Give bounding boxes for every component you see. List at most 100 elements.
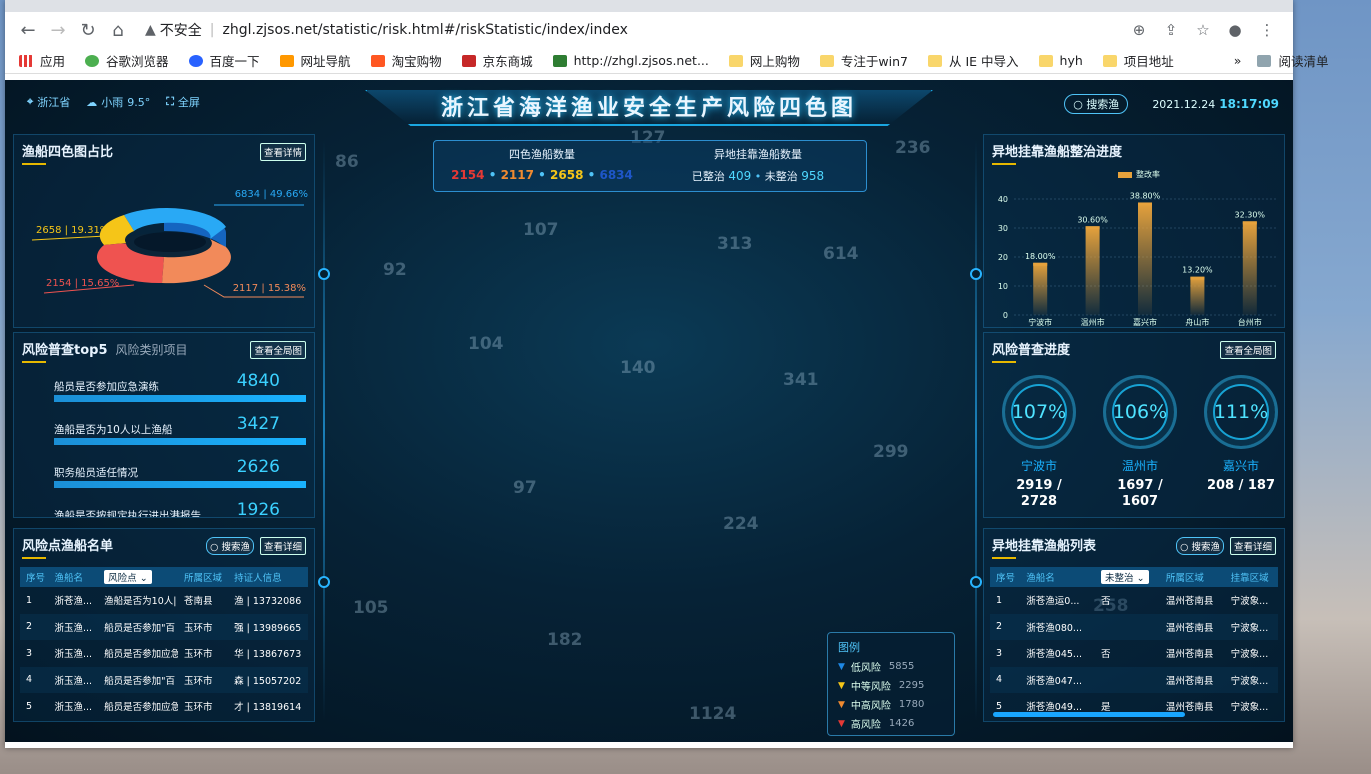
table-cell: 船员是否参加"百: [98, 613, 178, 640]
fullscreen-button[interactable]: ⛶ 全屏: [166, 94, 200, 110]
table-row[interactable]: 5 浙玉渔... 船员是否参加应急 玉环市 才 | 13819614: [20, 693, 308, 720]
x-tick-label: 温州市: [1081, 317, 1105, 327]
bookmark-ie[interactable]: 从 IE 中导入: [927, 51, 1019, 70]
table-row[interactable]: 4 浙苍渔047... 温州苍南县 宁波象...: [990, 666, 1278, 693]
top5-track: [54, 481, 306, 488]
bookmark-nav[interactable]: 网址导航: [279, 51, 351, 70]
back-icon[interactable]: ←: [15, 20, 41, 41]
bookmark-jd[interactable]: 京东商城: [461, 51, 533, 70]
bookmark-taobao[interactable]: 淘宝购物: [370, 51, 442, 70]
table-row[interactable]: 1 浙苍渔... 渔船是否为10人| 苍南县 渔 | 13732086: [20, 587, 308, 614]
table-row[interactable]: 3 浙苍渔045... 否 温州苍南县 宁波象...: [990, 640, 1278, 667]
status-filter-select[interactable]: 未整治 ⌄: [1101, 570, 1149, 584]
table-row[interactable]: 4 浙玉渔... 船员是否参加"百 玉环市森 | 15057202: [20, 666, 308, 693]
chevron-down-icon: ⌄: [1136, 573, 1145, 584]
legend-items: ▼ 低风险 5855 ▼ 中等风险 2295 ▼ 中高风险 1780 ▼ 高风险 1426: [828, 659, 954, 731]
gauge-ring: 107%: [1002, 375, 1076, 449]
bar[interactable]: [1033, 262, 1048, 315]
zoom-icon[interactable]: ⊕: [1123, 21, 1155, 39]
risk-search-button[interactable]: ○ 搜索渔: [206, 537, 254, 555]
table-cell: 宁波象...: [1230, 596, 1269, 608]
bookmarks-more[interactable]: »: [1234, 53, 1242, 68]
top5-subtitle[interactable]: 风险类别项目: [116, 343, 188, 357]
profile-icon[interactable]: ●: [1219, 21, 1251, 39]
bar[interactable]: [1138, 202, 1152, 315]
top5-global-button[interactable]: 查看全局图: [250, 341, 306, 359]
folder-icon: [927, 54, 942, 67]
top5-item[interactable]: 职务船员适任情况 2626: [54, 457, 306, 497]
table-cell: 浙苍渔运0...: [1026, 596, 1080, 608]
jd-icon: [461, 54, 476, 67]
legend-item[interactable]: ▼ 中等风险 2295: [838, 678, 954, 693]
map-number: 97: [513, 478, 537, 498]
risk-filter-select[interactable]: 风险点 ⌄: [104, 570, 152, 584]
remote-detail-button[interactable]: 查看详细: [1229, 537, 1276, 555]
col-header-dropdown[interactable]: 风险点 ⌄: [98, 567, 178, 587]
top5-value: 1926: [236, 500, 280, 518]
legend-item[interactable]: ▼ 中高风险 1780: [838, 697, 954, 712]
remote-table: 序号 渔船名 未整治 ⌄ 所属区域 挂靠区域 1 浙苍渔运0... 否温州苍南县 宁波…: [990, 567, 1278, 720]
home-icon[interactable]: ⌂: [105, 20, 131, 41]
triangle-icon: ▼: [838, 661, 845, 672]
top5-item[interactable]: 渔船是否为10人以上渔船 3427: [54, 414, 306, 454]
table-cell: [1095, 666, 1160, 693]
survey-global-button[interactable]: 查看全局图: [1220, 341, 1276, 359]
reading-list[interactable]: 阅读清单: [1257, 51, 1328, 70]
top5-item[interactable]: 渔船是否按规定执行进出港报告 1926: [54, 500, 306, 518]
bar[interactable]: [1085, 226, 1100, 315]
bookmark-baidu[interactable]: 百度一下: [188, 51, 260, 70]
table-cell: 玉环市: [183, 702, 213, 714]
bar[interactable]: [1242, 221, 1257, 315]
remote-list-scrollbar[interactable]: [993, 712, 1185, 717]
bookmark-projects[interactable]: 项目地址: [1102, 51, 1174, 70]
table-cell: 船员是否参加应急: [104, 649, 178, 661]
gauge-ring: 106%: [1103, 375, 1177, 449]
table-cell: 渔 | 13732086: [234, 596, 302, 608]
top5-track: [54, 438, 306, 445]
warning-icon: ▲: [145, 22, 156, 38]
table-row[interactable]: 3 浙玉渔... 船员是否参加应急 玉环市 华 | 13867673: [20, 640, 308, 667]
star-icon[interactable]: ☆: [1187, 21, 1219, 39]
forward-icon[interactable]: →: [45, 20, 71, 41]
table-row[interactable]: 2 浙苍渔080... 温州苍南县 宁波象...: [990, 613, 1278, 640]
bookmark-shopping[interactable]: 网上购物: [728, 51, 800, 70]
legend-item[interactable]: ▼ 低风险 5855: [838, 659, 954, 674]
legend-item[interactable]: ▼ 高风险 1426: [838, 716, 954, 731]
map-legend: 图例 ▼ 低风险 5855 ▼ 中等风险 2295 ▼ 中高风险 1780 ▼ 高风险 1426: [827, 632, 955, 736]
reload-icon[interactable]: ↻: [75, 20, 101, 41]
triangle-icon: ▼: [838, 680, 845, 691]
location-icon: ⌖: [27, 95, 34, 108]
risk-detail-button[interactable]: 查看详细: [259, 537, 306, 555]
summary-box: 四色渔船数量 2154 • 2117 • 2658 • 6834 异地挂靠渔船数…: [433, 140, 867, 192]
remote-search-button[interactable]: ○ 搜索渔: [1176, 537, 1224, 555]
survey-panel: 风险普查进度 查看全局图 107% 宁波市 2919 / 2728 106% 温…: [983, 332, 1285, 518]
top5-item[interactable]: 船员是否参加应急演练 4840: [54, 371, 306, 411]
region-selector[interactable]: ⌖ 浙江省: [27, 94, 70, 110]
select-label: 风险点: [108, 573, 137, 584]
bookmark-label: 淘宝购物: [391, 54, 442, 69]
menu-icon[interactable]: ⋮: [1251, 21, 1283, 39]
fullscreen-label: 全屏: [177, 96, 200, 109]
bookmark-hyh[interactable]: hyh: [1038, 53, 1083, 68]
baidu-icon: [188, 54, 203, 67]
col-header: 渔船名: [1020, 567, 1096, 587]
url-divider: |: [209, 22, 215, 38]
table-row[interactable]: 2 浙玉渔... 船员是否参加"百 玉环市强 | 13989665: [20, 613, 308, 640]
bookmark-zjsos[interactable]: http://zhgl.zjsos.net...: [552, 53, 709, 68]
bar-cap: [1190, 276, 1205, 280]
bookmark-apps[interactable]: 应用: [19, 51, 65, 70]
address-bar[interactable]: ▲ 不安全 | zhgl.zjsos.net/statistic/risk.ht…: [145, 20, 1123, 40]
table-row[interactable]: 1 浙苍渔运0... 否 温州苍南县 宁波象...: [990, 587, 1278, 614]
share-icon[interactable]: ⇪: [1155, 21, 1187, 39]
table-cell: 浙玉渔...: [48, 613, 99, 640]
col-header-dropdown[interactable]: 未整治 ⌄: [1095, 567, 1160, 587]
date: 2021.12.24: [1152, 98, 1216, 111]
header-search-button[interactable]: ○ 搜索渔: [1064, 94, 1129, 114]
search-icon: ○: [1180, 542, 1192, 553]
bar[interactable]: [1190, 276, 1205, 315]
table-cell: 森 | 15057202: [228, 666, 308, 693]
bookmark-win7[interactable]: 专注于win7: [819, 51, 908, 70]
bookmark-chrome[interactable]: 谷歌浏览器: [85, 51, 169, 70]
pie-hole: [134, 232, 206, 252]
table-cell: 宁波象...: [1230, 702, 1269, 714]
